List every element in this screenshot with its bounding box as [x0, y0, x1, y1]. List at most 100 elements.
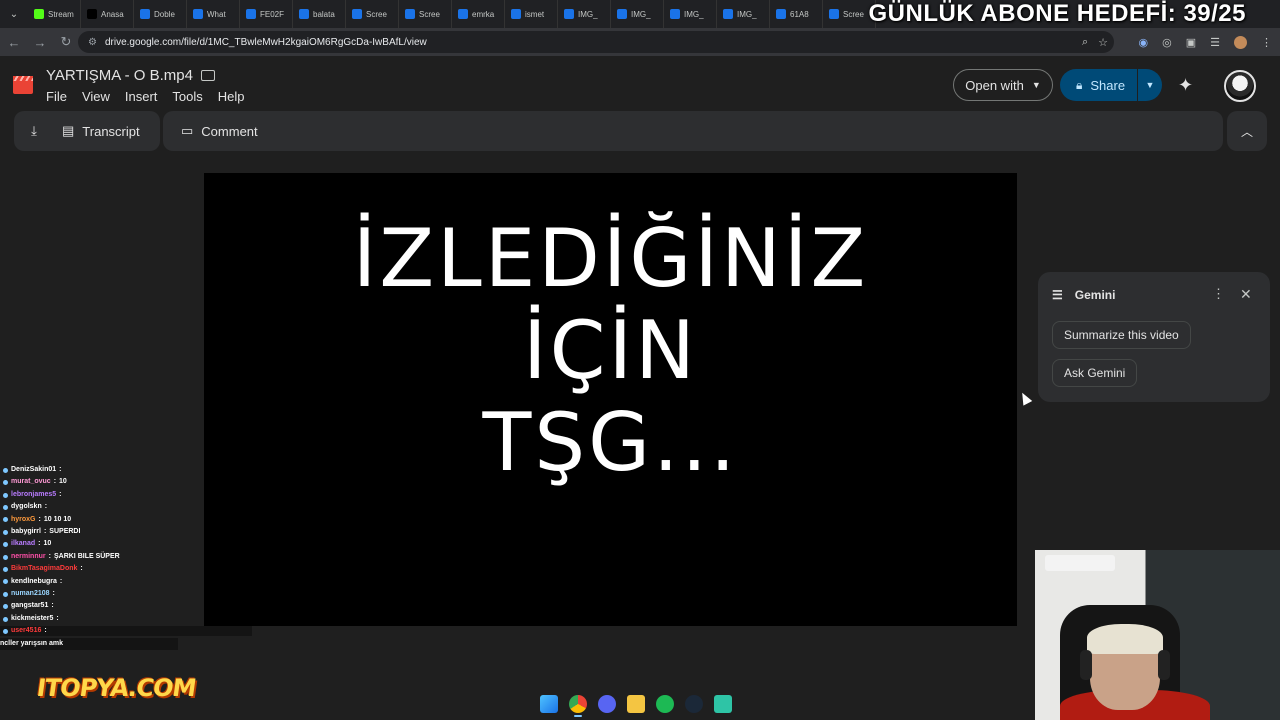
chat-badge-icon: [3, 517, 8, 523]
file-explorer-icon[interactable]: [627, 695, 645, 713]
menu-help[interactable]: Help: [218, 89, 245, 104]
browser-tab[interactable]: IMG_: [717, 0, 770, 28]
reload-icon[interactable]: ↻: [54, 30, 78, 54]
browser-tab[interactable]: Scree: [346, 0, 399, 28]
chat-message: dygolskn:: [0, 501, 200, 513]
chat-username: user4516: [11, 627, 42, 635]
windows-start-icon[interactable]: [540, 695, 558, 713]
chat-separator: :: [56, 614, 59, 622]
browser-tab[interactable]: Scree: [399, 0, 452, 28]
browser-tab[interactable]: IMG_: [611, 0, 664, 28]
tab-search-icon[interactable]: ⌄: [0, 0, 28, 28]
gemini-sparkle-icon[interactable]: ✦: [1178, 75, 1193, 96]
extensions-puzzle-icon[interactable]: ▣: [1186, 36, 1196, 49]
chat-username: babygirrl: [11, 528, 41, 536]
browser-tab[interactable]: Doble: [134, 0, 187, 28]
video-player[interactable]: İZLEDİĞİNİZ İÇİN TŞG...: [204, 173, 1017, 626]
zoom-icon[interactable]: ⌕: [1082, 36, 1088, 49]
menu-tools[interactable]: Tools: [172, 89, 202, 104]
share-options-button[interactable]: ▼: [1138, 80, 1162, 90]
chat-text: 10: [43, 540, 52, 548]
dropdown-caret-icon: ▼: [1031, 80, 1041, 90]
tab-label: Scree: [419, 9, 440, 19]
download-icon[interactable]: ⤓: [14, 123, 54, 139]
address-bar[interactable]: ⚙ drive.google.com/file/d/1MC_TBwleMwH2k…: [78, 31, 1114, 53]
video-caption: İZLEDİĞİNİZ İÇİN TŞG...: [204, 213, 1017, 489]
chat-message: nerminnur: ŞARKI BILE SÜPER: [0, 551, 200, 563]
browser-menu-icon[interactable]: ⋮: [1261, 36, 1272, 49]
menu-view[interactable]: View: [82, 89, 110, 104]
browser-tab[interactable]: FE02F: [240, 0, 293, 28]
steam-icon[interactable]: [685, 695, 703, 713]
close-icon[interactable]: ✕: [1240, 286, 1252, 303]
browser-tab[interactable]: IMG_: [558, 0, 611, 28]
chat-username: lebronjames5: [11, 490, 57, 498]
browser-tab[interactable]: 61A8: [770, 0, 823, 28]
discord-icon[interactable]: [598, 695, 616, 713]
menu-file[interactable]: File: [46, 89, 67, 104]
app-icon[interactable]: [714, 695, 732, 713]
video-line-1: İZLEDİĞİNİZ: [352, 212, 869, 305]
tab-label: IMG_: [578, 9, 598, 19]
tab-label: Scree: [366, 9, 387, 19]
open-with-button[interactable]: Open with ▼: [953, 69, 1053, 101]
browser-tab[interactable]: ismet: [505, 0, 558, 28]
back-icon[interactable]: ←: [2, 30, 26, 54]
browser-tab[interactable]: IMG_: [664, 0, 717, 28]
tab-favicon-icon: [246, 9, 256, 19]
collapse-chevron-icon[interactable]: ︿: [1227, 111, 1267, 151]
comment-button[interactable]: Comment: [201, 124, 257, 139]
tab-favicon-icon: [723, 9, 733, 19]
tab-favicon-icon: [299, 9, 309, 19]
comment-toolbar: ▭ Comment: [163, 111, 1223, 151]
transcript-button[interactable]: ▤ Transcript: [54, 123, 140, 139]
chat-separator: :: [80, 565, 83, 573]
account-avatar[interactable]: [1224, 70, 1256, 102]
tab-label: IMG_: [684, 9, 704, 19]
browser-tab[interactable]: What: [187, 0, 240, 28]
stream-chat-overlay: DenizSakin01: murat_ovuc:10 lebronjames5: d…: [0, 464, 200, 638]
chat-separator: :: [52, 590, 55, 598]
forward-icon[interactable]: →: [28, 30, 52, 54]
gemini-header: ☰ Gemini: [1052, 288, 1115, 302]
headset: [1080, 650, 1092, 680]
chat-separator: :: [43, 528, 47, 536]
tab-favicon-icon: [352, 9, 362, 19]
comment-icon[interactable]: ▭: [181, 123, 193, 139]
share-button[interactable]: 🔒︎ Share: [1060, 69, 1138, 101]
extension-icon[interactable]: ◎: [1162, 36, 1172, 49]
headset: [1158, 650, 1170, 680]
reading-list-icon[interactable]: ☰: [1210, 36, 1220, 49]
bookmark-star-icon[interactable]: ☆: [1098, 36, 1108, 49]
menu-insert[interactable]: Insert: [125, 89, 158, 104]
gemini-panel: ☰ Gemini ⋮ ✕ Summarize this video Ask Ge…: [1038, 272, 1270, 402]
chat-message: numan2108:: [0, 588, 200, 600]
media-icon[interactable]: ◉: [1139, 36, 1149, 49]
browser-tab[interactable]: Stream: [28, 0, 81, 28]
chat-message: user4516:: [0, 625, 200, 637]
chat-message: kickmeister5:: [0, 613, 200, 625]
tab-label: IMG_: [737, 9, 757, 19]
browser-tab[interactable]: emrka: [452, 0, 505, 28]
webcam-overlay: [1035, 550, 1280, 720]
tab-favicon-icon: [829, 9, 839, 19]
tab-label: Stream: [48, 9, 74, 19]
site-info-icon[interactable]: ⚙: [88, 37, 97, 48]
profile-icon[interactable]: [1234, 35, 1247, 49]
tab-favicon-icon: [564, 9, 574, 19]
ask-gemini-chip[interactable]: Ask Gemini: [1052, 359, 1138, 387]
tab-favicon-icon: [776, 9, 786, 19]
chrome-icon[interactable]: [569, 695, 587, 717]
tab-favicon-icon: [87, 9, 97, 19]
browser-tab[interactable]: balata: [293, 0, 346, 28]
browser-tab[interactable]: Anasa: [81, 0, 134, 28]
summarize-video-chip[interactable]: Summarize this video: [1052, 321, 1191, 349]
chat-username: kickmeister5: [11, 614, 54, 622]
chat-message: DenizSakin01:: [0, 464, 200, 476]
more-options-icon[interactable]: ⋮: [1212, 286, 1225, 302]
move-to-folder-icon[interactable]: [200, 70, 215, 81]
url-text: drive.google.com/file/d/1MC_TBwleMwH2kga…: [104, 36, 427, 48]
spotify-icon[interactable]: [656, 695, 674, 713]
air-conditioner: [1045, 555, 1115, 571]
streamer-hair: [1087, 624, 1163, 654]
